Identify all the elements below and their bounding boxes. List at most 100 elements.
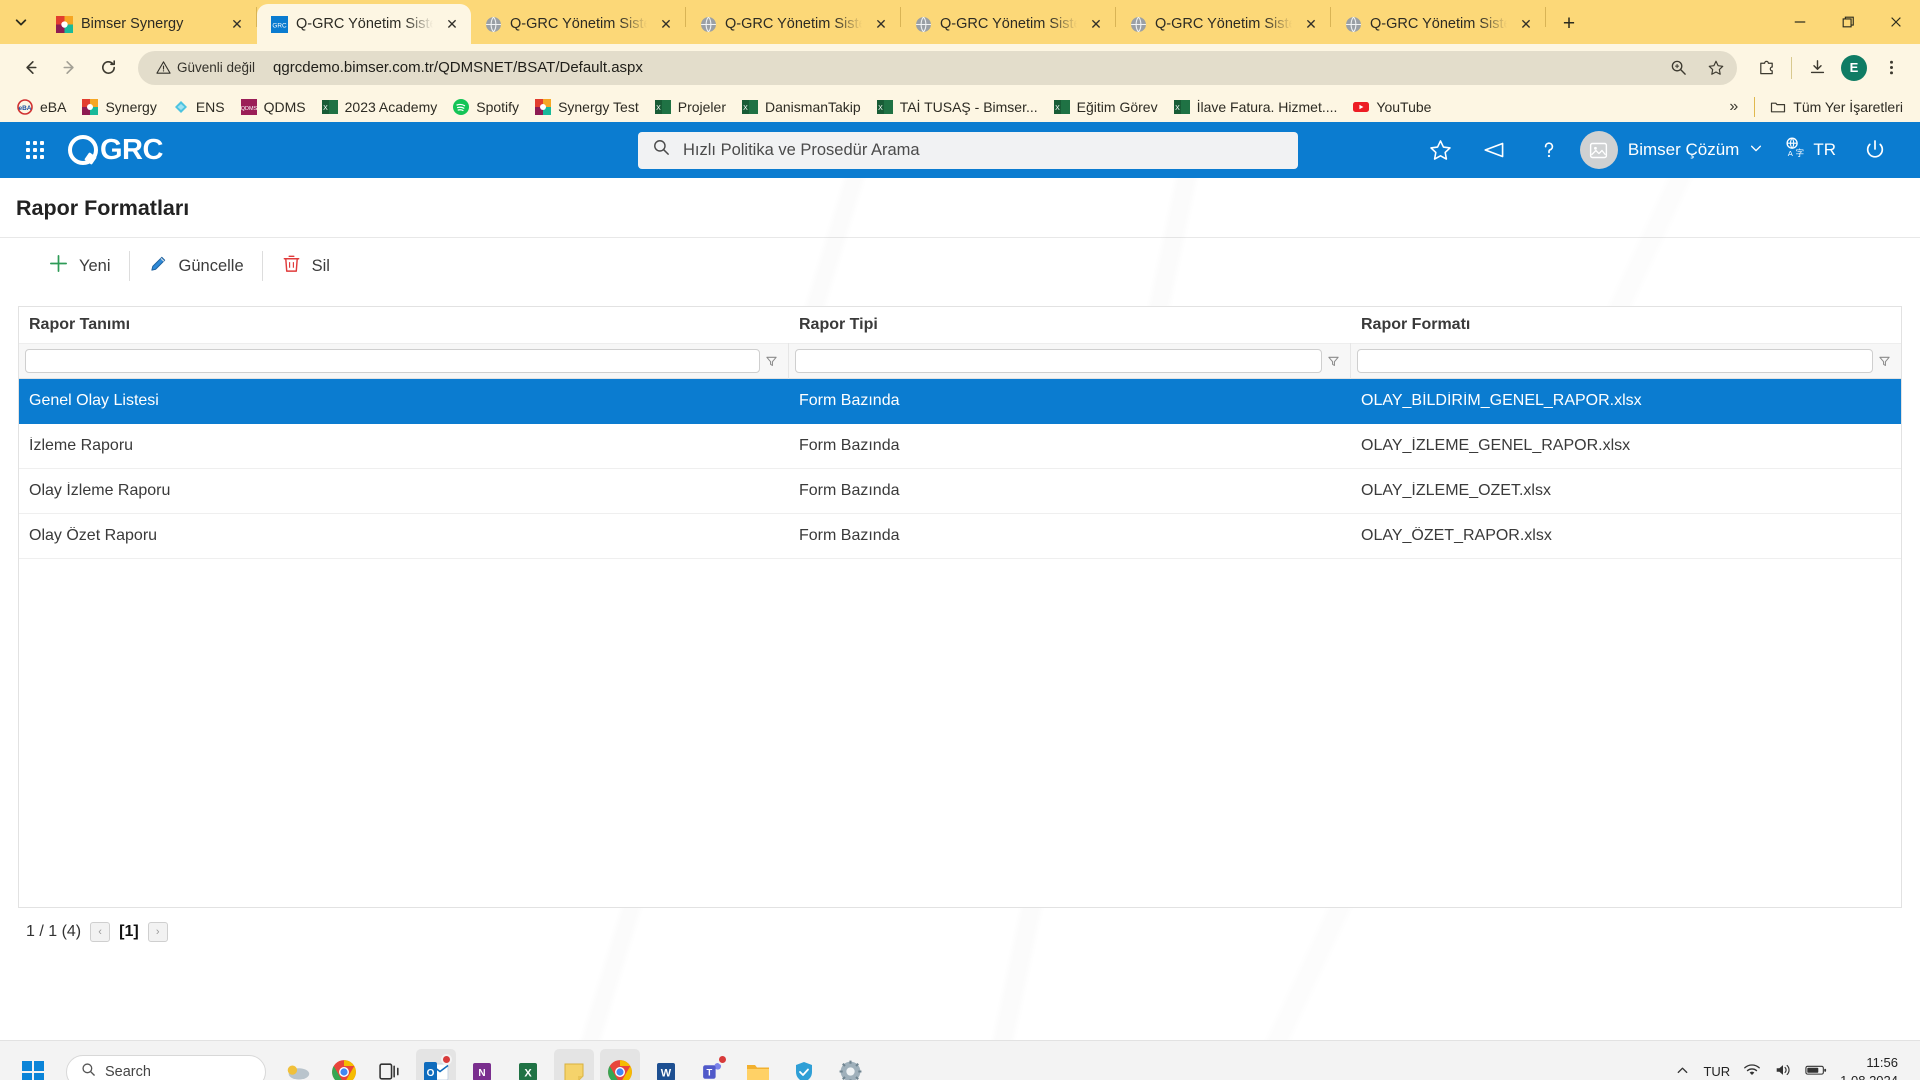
minimize-button[interactable] xyxy=(1776,0,1824,44)
three-dot-menu-icon[interactable] xyxy=(1874,51,1908,85)
apps-grid-icon[interactable] xyxy=(18,133,52,167)
bookmark-item[interactable]: QDMS QDMS xyxy=(234,95,313,119)
profile-avatar[interactable]: E xyxy=(1837,51,1871,85)
chrome-icon[interactable] xyxy=(324,1049,364,1080)
bookmark-item[interactable]: X 2023 Academy xyxy=(315,95,445,119)
filter-input-rapor-formati[interactable] xyxy=(1357,349,1873,373)
maximize-restore-button[interactable] xyxy=(1824,0,1872,44)
outlook-icon[interactable]: O xyxy=(416,1048,456,1080)
wifi-icon[interactable] xyxy=(1743,1062,1761,1080)
not-secure-badge[interactable]: Güvenli değil xyxy=(152,57,265,78)
excel-icon[interactable]: X xyxy=(508,1049,548,1080)
bookmark-item[interactable]: X TAİ TUSAŞ - Bimser... xyxy=(870,95,1045,119)
table-row[interactable]: İzleme Raporu Form Bazında OLAY_İZLEME_G… xyxy=(19,424,1901,469)
windows-start-icon[interactable] xyxy=(10,1049,56,1080)
shield-app-icon[interactable] xyxy=(784,1049,824,1080)
filter-cell-rapor-formati xyxy=(1351,343,1901,379)
teams-icon[interactable]: T xyxy=(692,1049,732,1080)
tray-language[interactable]: TUR xyxy=(1703,1064,1730,1079)
filter-funnel-icon[interactable] xyxy=(1873,355,1895,368)
chrome-active-icon[interactable] xyxy=(600,1048,640,1080)
close-window-button[interactable] xyxy=(1872,0,1920,44)
volume-icon[interactable] xyxy=(1774,1062,1792,1080)
browser-tab[interactable]: Q-GRC Yönetim Siste ✕ xyxy=(686,4,900,44)
new-tab-button[interactable]: + xyxy=(1552,7,1586,41)
table-row[interactable]: Olay İzleme Raporu Form Bazında OLAY_İZL… xyxy=(19,469,1901,514)
sticky-notes-icon[interactable] xyxy=(554,1048,594,1080)
bookmark-item[interactable]: ENS xyxy=(166,95,232,119)
user-menu[interactable]: Bimser Çözüm xyxy=(1576,131,1771,169)
filter-funnel-icon[interactable] xyxy=(1322,355,1344,368)
tab-title: Q-GRC Yönetim Siste xyxy=(296,16,433,32)
filter-input-rapor-tipi[interactable] xyxy=(795,349,1322,373)
globe-icon xyxy=(1345,16,1362,33)
browser-tab-active[interactable]: GRC Q-GRC Yönetim Siste ✕ xyxy=(257,4,471,44)
bookmark-item[interactable]: X Projeler xyxy=(648,95,733,119)
task-view-icon[interactable] xyxy=(370,1049,410,1080)
bookmark-item[interactable]: Synergy xyxy=(75,95,163,119)
close-icon[interactable]: ✕ xyxy=(1300,13,1322,35)
next-page-button[interactable]: › xyxy=(147,922,168,942)
question-mark-icon[interactable] xyxy=(1522,122,1576,178)
bookmark-item[interactable]: Synergy Test xyxy=(528,95,646,119)
bookmark-item[interactable]: X Eğitim Görev xyxy=(1047,95,1165,119)
table-row[interactable]: Olay Özet Raporu Form Bazında OLAY_ÖZET_… xyxy=(19,514,1901,559)
delete-button[interactable]: Sil xyxy=(263,246,348,286)
reload-icon[interactable] xyxy=(90,50,126,86)
close-icon[interactable]: ✕ xyxy=(1515,13,1537,35)
search-input[interactable] xyxy=(683,140,1284,160)
browser-tab[interactable]: Bimser Synergy ✕ xyxy=(42,4,256,44)
update-button[interactable]: Güncelle xyxy=(130,246,262,286)
bookmark-item[interactable]: X DanismanTakip xyxy=(735,95,868,119)
file-explorer-icon[interactable] xyxy=(738,1049,778,1080)
show-hidden-icons-icon[interactable] xyxy=(1675,1063,1690,1080)
current-page[interactable]: [1] xyxy=(119,923,139,941)
close-icon[interactable]: ✕ xyxy=(441,13,463,35)
widgets-weather-icon[interactable] xyxy=(278,1049,318,1080)
battery-icon[interactable] xyxy=(1805,1063,1827,1080)
download-icon[interactable] xyxy=(1800,51,1834,85)
new-button[interactable]: Yeni xyxy=(30,246,129,286)
megaphone-icon[interactable] xyxy=(1468,122,1522,178)
filter-input-rapor-tanimi[interactable] xyxy=(25,349,760,373)
browser-tab[interactable]: Q-GRC Yönetim Siste ✕ xyxy=(901,4,1115,44)
table-row[interactable]: Genel Olay Listesi Form Bazında OLAY_BİL… xyxy=(19,379,1901,424)
bookmark-item[interactable]: Spotify xyxy=(446,95,526,119)
language-switch[interactable]: 字A TR xyxy=(1771,136,1848,164)
extensions-puzzle-icon[interactable] xyxy=(1749,51,1783,85)
column-header-rapor-tipi[interactable]: Rapor Tipi xyxy=(789,316,1351,334)
browser-tab[interactable]: Q-GRC Yönetim Siste ✕ xyxy=(1116,4,1330,44)
all-bookmarks-button[interactable]: Tüm Yer İşaretleri xyxy=(1763,95,1910,119)
svg-text:T: T xyxy=(706,1068,712,1078)
filter-funnel-icon[interactable] xyxy=(760,355,782,368)
prev-page-button[interactable]: ‹ xyxy=(90,922,111,942)
close-icon[interactable]: ✕ xyxy=(226,13,248,35)
column-header-rapor-formati[interactable]: Rapor Formatı xyxy=(1351,316,1901,334)
excel-icon: X xyxy=(876,99,893,115)
clock[interactable]: 11:56 1.08.2024 xyxy=(1840,1054,1898,1080)
quick-search[interactable] xyxy=(638,131,1298,169)
close-icon[interactable]: ✕ xyxy=(655,13,677,35)
taskbar-search[interactable]: Search xyxy=(66,1054,266,1080)
app-logo[interactable]: GRC xyxy=(68,134,163,167)
tab-search-chevron-icon[interactable] xyxy=(0,0,42,44)
bookmark-item[interactable]: YouTube xyxy=(1346,95,1438,119)
bookmarks-overflow-button[interactable]: » xyxy=(1721,94,1746,120)
forward-arrow-icon[interactable] xyxy=(51,50,87,86)
power-icon[interactable] xyxy=(1848,122,1902,178)
settings-gear-icon[interactable] xyxy=(830,1049,870,1080)
zoom-search-icon[interactable] xyxy=(1663,53,1693,83)
onenote-icon[interactable]: N xyxy=(462,1049,502,1080)
column-header-rapor-tanimi[interactable]: Rapor Tanımı xyxy=(19,316,789,334)
bookmark-item[interactable]: eBA eBA xyxy=(10,95,73,119)
close-icon[interactable]: ✕ xyxy=(870,13,892,35)
bookmark-item[interactable]: X İlave Fatura. Hizmet.... xyxy=(1167,95,1345,119)
close-icon[interactable]: ✕ xyxy=(1085,13,1107,35)
star-icon[interactable] xyxy=(1701,53,1731,83)
back-arrow-icon[interactable] xyxy=(12,50,48,86)
star-icon[interactable] xyxy=(1414,122,1468,178)
address-bar[interactable]: Güvenli değil qgrcdemo.bimser.com.tr/QDM… xyxy=(138,50,1737,85)
word-icon[interactable]: W xyxy=(646,1049,686,1080)
browser-tab[interactable]: Q-GRC Yönetim Siste ✕ xyxy=(471,4,685,44)
browser-tab[interactable]: Q-GRC Yönetim Siste ✕ xyxy=(1331,4,1545,44)
